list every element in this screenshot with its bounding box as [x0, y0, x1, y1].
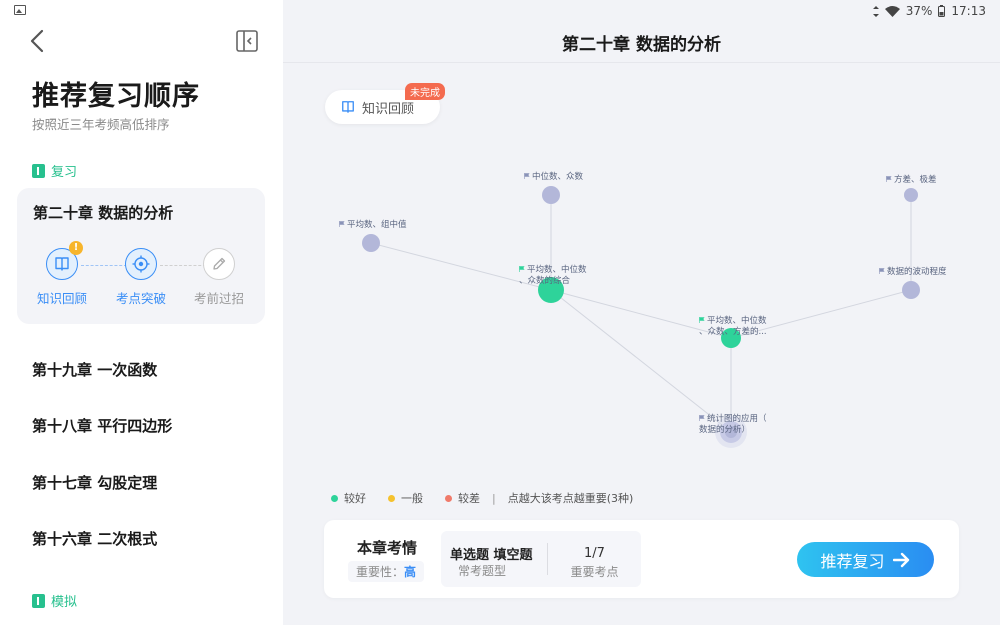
- exam-stats-box: 单选题 填空题 常考题型 1/7 重要考点: [441, 531, 641, 587]
- legend-good: 较好: [344, 492, 366, 505]
- chapter-item[interactable]: 第十八章 平行四边形: [32, 415, 172, 436]
- review-section-label: 复习: [32, 161, 77, 180]
- step-circle: [203, 248, 235, 280]
- knowledge-graph: [362, 186, 920, 448]
- recommend-review-button[interactable]: 推荐复习: [797, 542, 934, 577]
- back-button[interactable]: [26, 28, 50, 54]
- flag-icon: [339, 221, 345, 227]
- recommend-review-label: 推荐复习: [820, 551, 885, 571]
- legend-separator: |: [492, 491, 496, 505]
- flag-icon: [879, 268, 885, 274]
- legend-average: 一般: [401, 492, 423, 505]
- question-types: 单选题 填空题: [450, 548, 533, 563]
- chapter-item[interactable]: 第十七章 勾股定理: [32, 472, 157, 493]
- pencil-icon: [213, 257, 226, 270]
- node-label: 平均数、中位数 、众数的综合: [519, 265, 587, 286]
- step-label: 知识回顾: [36, 291, 87, 306]
- flag-icon: [886, 176, 892, 182]
- flag-icon: [524, 173, 530, 179]
- node-label: 方差、极差: [886, 175, 937, 186]
- current-chapter-card[interactable]: 第二十章 数据的分析 ! 知识回顾 考点突破 考前过招: [17, 188, 265, 324]
- page-title: 推荐复习顺序: [32, 81, 200, 112]
- review-section-icon: [32, 163, 45, 178]
- node-label: 中位数、众数: [524, 172, 583, 183]
- legend-dot-average: [388, 494, 395, 502]
- book-icon: [55, 257, 69, 271]
- step-label: 考点突破: [115, 291, 166, 306]
- page-subtitle: 按照近三年考频高低排序: [32, 117, 170, 132]
- collapse-sidebar-button[interactable]: [236, 30, 258, 52]
- graph-node-fluctuation[interactable]: [902, 281, 920, 299]
- gallery-icon: [14, 5, 26, 15]
- chapter-summary-card: 本章考情 重要性：高 单选题 填空题 常考题型 1/7 重要考点 推荐复习: [324, 520, 959, 598]
- current-chapter-title: 第二十章 数据的分析: [33, 204, 174, 222]
- chapter-item[interactable]: 第十六章 二次根式: [32, 528, 157, 549]
- key-points-label: 重要考点: [570, 565, 619, 579]
- mock-section-label: 模拟: [32, 591, 77, 610]
- flag-icon: [519, 266, 525, 272]
- legend-note: 点越大该考点越重要(3种): [507, 492, 634, 505]
- sidebar: 推荐复习顺序 按照近三年考频高低排序 复习 第二十章 数据的分析 ! 知识回顾 …: [0, 0, 283, 625]
- step-circle: [125, 248, 157, 280]
- importance-tag: 重要性：高: [348, 561, 425, 582]
- chapter-item[interactable]: 第十九章 一次函数: [32, 359, 157, 380]
- flag-icon: [699, 317, 705, 323]
- mock-section-icon: [32, 593, 45, 608]
- node-label: 统计图的应用（ 数据的分析）: [699, 414, 767, 435]
- legend-dot-good: [331, 494, 338, 502]
- step-key-points[interactable]: 考点突破: [106, 248, 176, 307]
- arrow-right-icon: [892, 552, 909, 567]
- summary-title: 本章考情: [357, 539, 418, 557]
- flag-icon: [699, 415, 705, 421]
- key-points-count: 1/7: [584, 546, 605, 561]
- graph-node-variance-range[interactable]: [904, 188, 918, 202]
- node-label: 数据的波动程度: [879, 267, 947, 278]
- importance-label: 重要性：: [356, 565, 405, 579]
- mock-section-text: 模拟: [51, 595, 78, 610]
- review-section-text: 复习: [51, 165, 78, 180]
- question-types-label: 常考题型: [458, 564, 507, 578]
- step-circle: !: [46, 241, 83, 280]
- alert-badge: !: [69, 241, 83, 255]
- graph-node-mean-midvalue[interactable]: [362, 234, 380, 252]
- node-label: 平均数、中位数 、众数、方差的...: [699, 316, 767, 337]
- legend-poor: 较差: [458, 492, 480, 505]
- step-label: 考前过招: [193, 291, 244, 306]
- importance-value: 高: [404, 565, 417, 579]
- target-icon: [132, 255, 150, 273]
- graph-node-median-mode[interactable]: [542, 186, 560, 204]
- graph-legend: 较好 一般 较差 | 点越大该考点越重要(3种): [331, 490, 633, 506]
- legend-dot-poor: [445, 494, 452, 502]
- step-knowledge-review[interactable]: ! 知识回顾: [27, 241, 97, 307]
- main-panel: 37% 17:13 第二十章 数据的分析 知识回顾 未完成 中位数、众数 平均数…: [283, 0, 1000, 625]
- node-label: 平均数、组中值: [339, 220, 407, 231]
- step-pre-exam[interactable]: 考前过招: [184, 248, 254, 307]
